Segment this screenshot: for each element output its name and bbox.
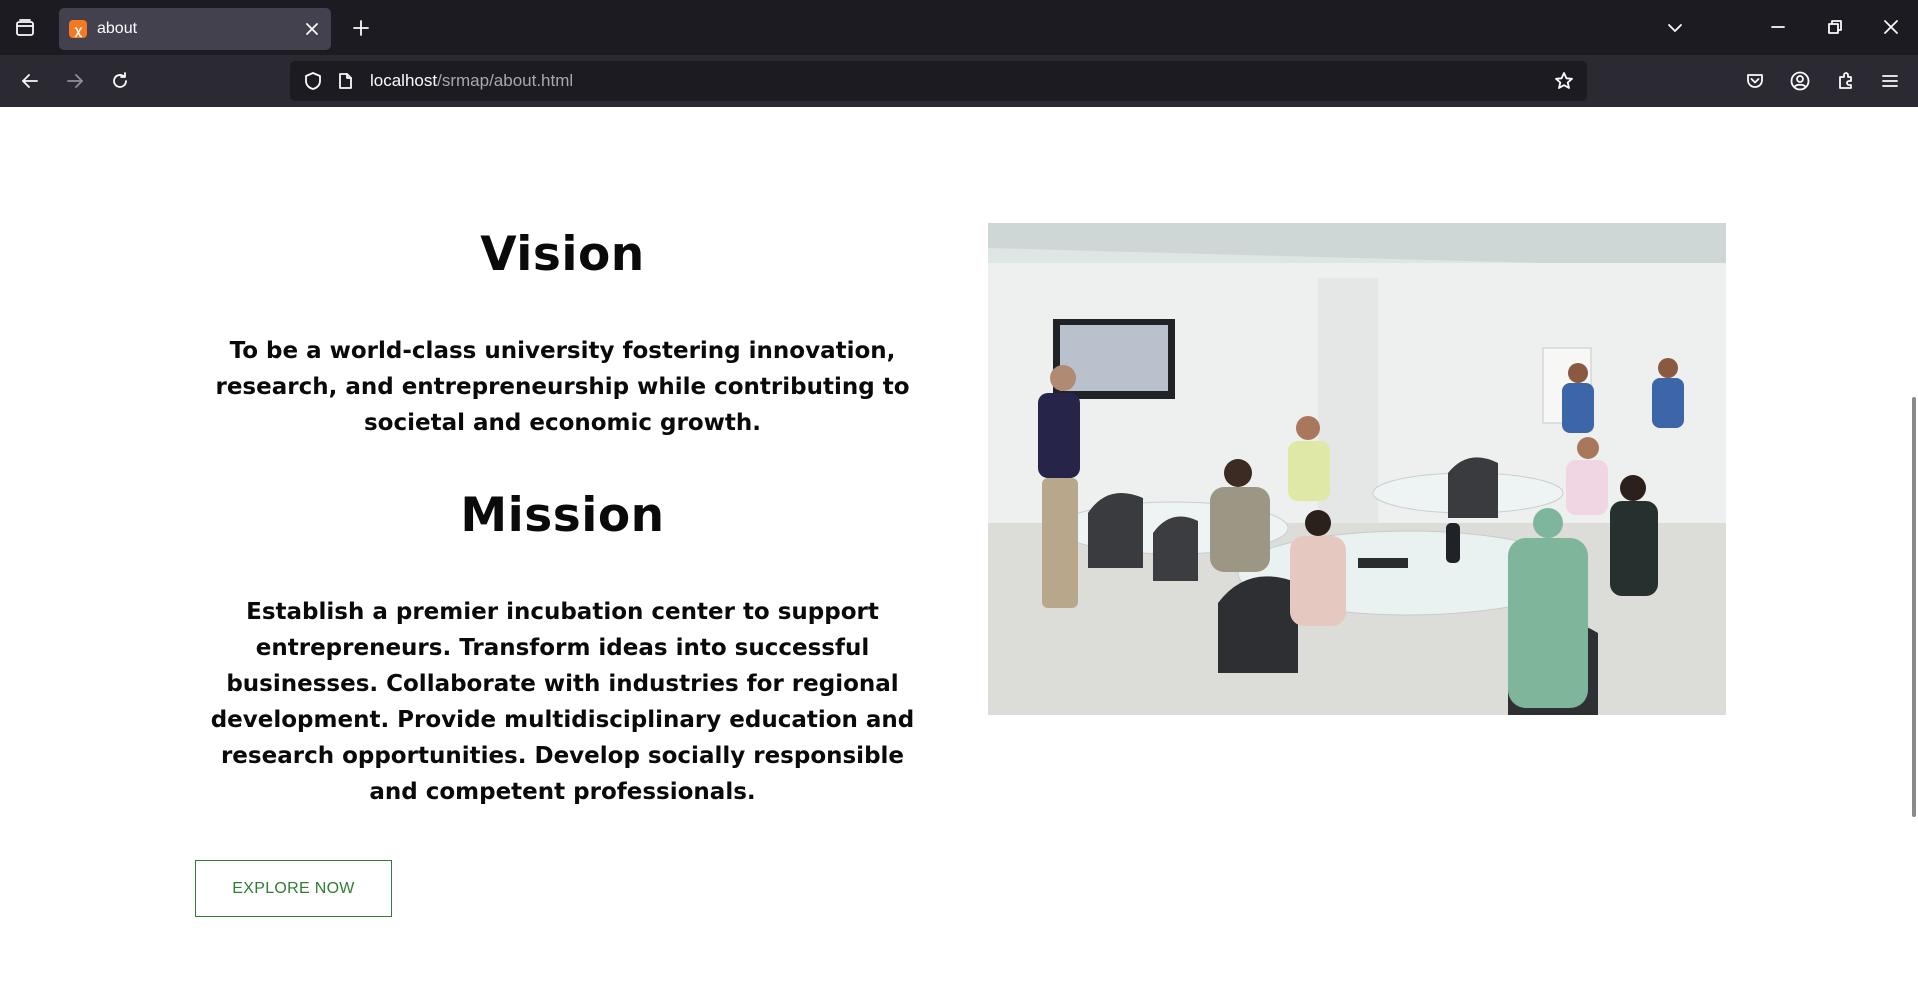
minimize-button[interactable] bbox=[1760, 10, 1796, 44]
star-icon bbox=[1555, 72, 1573, 89]
firefox-view-icon bbox=[16, 19, 34, 36]
xampp-icon: ꭓ bbox=[69, 20, 87, 38]
reload-icon bbox=[113, 72, 127, 88]
page-viewport: Vision To be a world-class university fo… bbox=[0, 107, 1918, 988]
vision-text: To be a world-class university fostering… bbox=[215, 338, 910, 436]
reload-button[interactable] bbox=[103, 65, 137, 97]
arrow-left-icon bbox=[22, 74, 38, 88]
scrollbar-thumb[interactable] bbox=[1912, 397, 1916, 817]
mission-heading: Mission bbox=[460, 488, 665, 543]
close-icon bbox=[1884, 20, 1898, 34]
page-icon bbox=[339, 73, 352, 89]
close-icon bbox=[306, 23, 318, 35]
minimize-icon bbox=[1771, 26, 1785, 28]
classroom-meeting-photo bbox=[988, 223, 1726, 715]
close-window-button[interactable] bbox=[1873, 10, 1909, 44]
mission-text: Establish a premier incubation center to… bbox=[210, 599, 915, 805]
pocket-icon bbox=[1747, 74, 1763, 88]
back-button[interactable] bbox=[13, 65, 47, 97]
hamburger-menu-icon bbox=[1882, 75, 1898, 87]
explore-now-button[interactable]: EXPLORE NOW bbox=[195, 860, 392, 917]
site-info-button[interactable] bbox=[330, 72, 360, 90]
arrow-right-icon bbox=[67, 74, 83, 88]
chevron-down-icon bbox=[1668, 24, 1682, 32]
new-tab-button[interactable] bbox=[346, 13, 376, 43]
forward-button[interactable] bbox=[58, 65, 92, 97]
url-path: /srmap/about.html bbox=[437, 71, 574, 90]
classroom-photo-illustration bbox=[988, 223, 1726, 715]
navigation-toolbar: localhost/srmap/about.html bbox=[0, 55, 1918, 107]
restore-icon bbox=[1828, 20, 1842, 34]
address-bar[interactable]: localhost/srmap/about.html bbox=[290, 61, 1587, 101]
firefox-view-button[interactable] bbox=[8, 13, 42, 43]
tab-close-button[interactable] bbox=[301, 18, 323, 40]
url-host: localhost bbox=[370, 71, 438, 90]
url-text[interactable]: localhost/srmap/about.html bbox=[370, 71, 573, 91]
account-button[interactable] bbox=[1783, 65, 1817, 97]
plus-icon bbox=[353, 20, 369, 36]
vision-heading: Vision bbox=[480, 227, 645, 282]
restore-button[interactable] bbox=[1817, 10, 1853, 44]
app-menu-button[interactable] bbox=[1873, 65, 1907, 97]
tracking-protection-button[interactable] bbox=[296, 71, 330, 91]
extensions-button[interactable] bbox=[1829, 65, 1863, 97]
account-icon bbox=[1790, 71, 1810, 91]
list-all-tabs-button[interactable] bbox=[1660, 13, 1690, 43]
bookmark-button[interactable] bbox=[1549, 67, 1579, 95]
tab-strip: ꭓ about bbox=[0, 0, 1918, 55]
pocket-button[interactable] bbox=[1738, 65, 1772, 97]
tab-title: about bbox=[97, 20, 138, 37]
shield-icon bbox=[305, 72, 321, 90]
active-tab[interactable]: ꭓ about bbox=[59, 8, 331, 50]
puzzle-icon bbox=[1839, 72, 1852, 89]
